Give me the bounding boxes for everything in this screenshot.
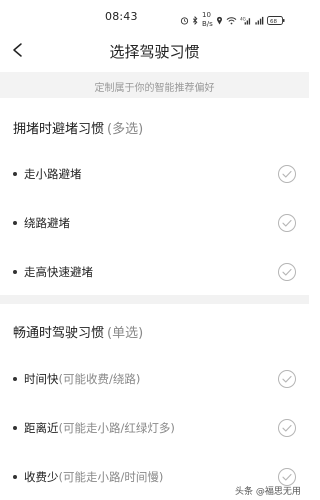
section-hint: (多选) — [107, 122, 144, 137]
option-fastest[interactable]: 时间快(可能收费/绕路) — [0, 363, 309, 395]
nav-bar: 选择驾驶习惯 — [0, 32, 309, 68]
signal-4g-icon: 4G — [240, 16, 250, 25]
location-icon — [216, 16, 222, 25]
option-label: 距离近(可能走小路/红绿灯多) — [24, 421, 175, 435]
option-label: 绕路避堵 — [24, 216, 70, 230]
svg-text:4G: 4G — [240, 16, 246, 21]
section-header-congestion: 拥堵时避堵习惯 (多选) — [13, 118, 143, 137]
network-speed-icon: 10 B/s — [202, 11, 213, 28]
check-circle-icon[interactable] — [277, 369, 297, 389]
section-title: 拥堵时避堵习惯 — [13, 122, 105, 137]
bullet-dot — [13, 270, 17, 274]
page-title: 选择驾驶习惯 — [109, 43, 200, 61]
section-title: 畅通时驾驶习惯 — [13, 326, 105, 341]
bullet-dot — [13, 221, 17, 225]
subtitle-bar: 定制属于你的智能推荐偏好 — [0, 72, 309, 98]
option-highway[interactable]: 走高快速避堵 — [0, 256, 309, 288]
signal-icon — [255, 16, 264, 25]
battery-icon: 68 — [266, 15, 285, 25]
bullet-dot — [13, 172, 17, 176]
alarm-icon — [180, 16, 189, 25]
option-shortest[interactable]: 距离近(可能走小路/红绿灯多) — [0, 412, 309, 444]
option-small-roads[interactable]: 走小路避堵 — [0, 158, 309, 190]
status-bar: 08:43 10 B/s 4G 68 — [0, 0, 309, 32]
option-detour[interactable]: 绕路避堵 — [0, 207, 309, 239]
bullet-dot — [13, 426, 17, 430]
bluetooth-icon — [192, 15, 198, 25]
section-header-smooth: 畅通时驾驶习惯 (单选) — [13, 322, 143, 341]
check-circle-icon[interactable] — [277, 213, 297, 233]
status-time: 08:43 — [105, 10, 138, 23]
section-divider — [0, 295, 309, 304]
battery-level: 68 — [270, 18, 277, 24]
wifi-icon — [226, 16, 237, 24]
subtitle-text: 定制属于你的智能推荐偏好 — [94, 83, 215, 94]
check-circle-icon[interactable] — [277, 418, 297, 438]
option-label: 走高快速避堵 — [24, 265, 93, 279]
option-label: 收费少(可能走小路/时间慢) — [24, 470, 164, 484]
check-circle-icon[interactable] — [277, 164, 297, 184]
section-hint: (单选) — [107, 326, 144, 341]
status-icons: 10 B/s 4G 68 — [180, 11, 285, 29]
watermark: 头条 @福思无用 — [235, 487, 301, 497]
check-circle-icon[interactable] — [277, 262, 297, 282]
option-label: 走小路避堵 — [24, 167, 82, 181]
bullet-dot — [13, 377, 17, 381]
option-label: 时间快(可能收费/绕路) — [24, 372, 141, 386]
bullet-dot — [13, 475, 17, 479]
